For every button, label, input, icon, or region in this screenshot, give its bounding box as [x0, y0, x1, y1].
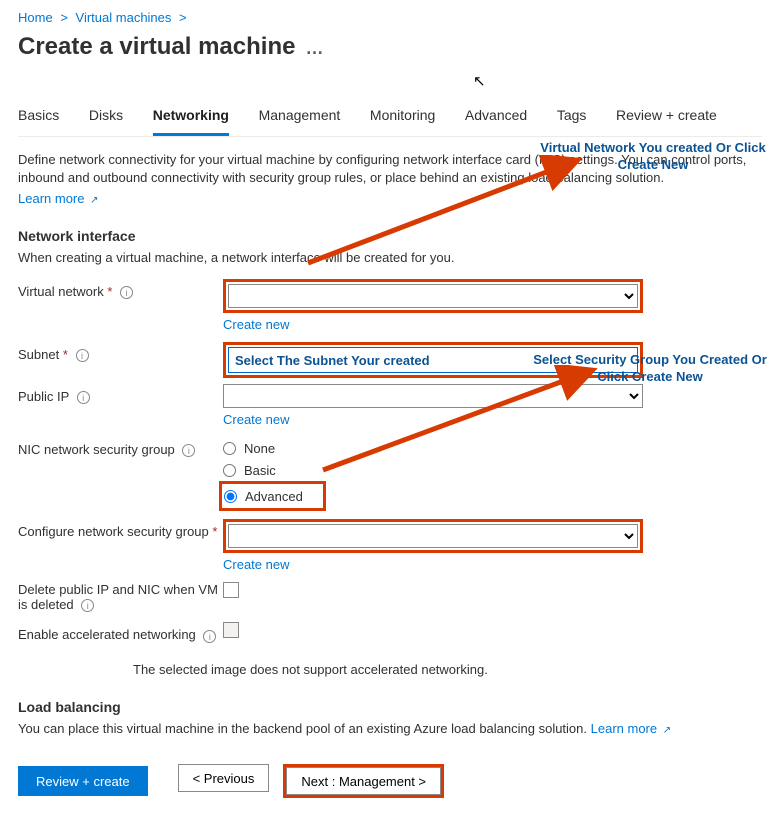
- tab-management[interactable]: Management: [259, 101, 341, 133]
- next-button[interactable]: Next : Management >: [286, 767, 441, 795]
- nsg-none-label: None: [244, 441, 275, 456]
- learn-more-link[interactable]: Learn more ↗: [18, 191, 99, 206]
- tab-monitoring[interactable]: Monitoring: [370, 101, 435, 133]
- nsg-basic-label: Basic: [244, 463, 276, 478]
- previous-button[interactable]: < Previous: [178, 764, 270, 792]
- cfg-nsg-create-new[interactable]: Create new: [223, 557, 289, 572]
- cfg-nsg-select[interactable]: [228, 524, 638, 548]
- accel-net-checkbox: [223, 622, 239, 638]
- nsg-radio-none[interactable]: [223, 442, 236, 455]
- pip-create-new[interactable]: Create new: [223, 412, 289, 427]
- accel-net-note: The selected image does not support acce…: [133, 662, 762, 677]
- tab-tags[interactable]: Tags: [557, 101, 587, 133]
- nsg-radio-basic[interactable]: [223, 464, 236, 477]
- delete-pip-label: Delete public IP and NIC when VM is dele…: [18, 582, 223, 612]
- tab-advanced[interactable]: Advanced: [465, 101, 527, 133]
- info-icon[interactable]: i: [203, 630, 216, 643]
- breadcrumb: Home > Virtual machines >: [18, 0, 762, 31]
- info-icon[interactable]: i: [81, 599, 94, 612]
- cursor-icon: ↖: [473, 72, 486, 90]
- page-title: Create a virtual machine…: [18, 33, 762, 61]
- tab-basics[interactable]: Basics: [18, 101, 59, 133]
- tab-disks[interactable]: Disks: [89, 101, 123, 133]
- nsg-advanced-label: Advanced: [245, 489, 303, 504]
- chevron-right-icon: >: [60, 10, 68, 25]
- info-icon[interactable]: i: [76, 349, 89, 362]
- tab-review[interactable]: Review + create: [616, 101, 717, 133]
- ni-description: When creating a virtual machine, a netwo…: [18, 250, 762, 265]
- chevron-right-icon: >: [179, 10, 187, 25]
- section-load-balancing: Load balancing: [18, 699, 762, 715]
- annotation-nsg: Select Security Group You Created Or Cli…: [520, 352, 780, 386]
- nsg-radio-advanced[interactable]: [224, 490, 237, 503]
- info-icon[interactable]: i: [182, 444, 195, 457]
- public-ip-label: Public IP i: [18, 384, 223, 404]
- breadcrumb-home[interactable]: Home: [18, 10, 53, 25]
- tab-networking[interactable]: Networking: [153, 101, 229, 136]
- breadcrumb-vms[interactable]: Virtual machines: [76, 10, 172, 25]
- public-ip-select[interactable]: [223, 384, 643, 408]
- lb-description: You can place this virtual machine in th…: [18, 721, 762, 736]
- info-icon[interactable]: i: [120, 286, 133, 299]
- wizard-tabs: Basics Disks Networking Management Monit…: [18, 101, 762, 137]
- info-icon[interactable]: i: [77, 391, 90, 404]
- more-icon[interactable]: …: [305, 38, 323, 58]
- section-network-interface: Network interface: [18, 228, 762, 244]
- nsg-label: NIC network security group i: [18, 437, 223, 457]
- accel-net-label: Enable accelerated networking i: [18, 622, 223, 642]
- vnet-label: Virtual network * i: [18, 279, 223, 299]
- annotation-vnet: Virtual Network You created Or Click Cre…: [528, 140, 778, 174]
- review-create-button[interactable]: Review + create: [18, 766, 148, 796]
- lb-learn-more[interactable]: Learn more ↗: [591, 721, 672, 736]
- cfg-nsg-label: Configure network security group *: [18, 519, 223, 539]
- external-link-icon: ↗: [90, 195, 98, 206]
- vnet-create-new[interactable]: Create new: [223, 317, 289, 332]
- delete-pip-checkbox[interactable]: [223, 582, 239, 598]
- subnet-label: Subnet * i: [18, 342, 223, 362]
- external-link-icon: ↗: [663, 725, 671, 736]
- vnet-select[interactable]: [228, 284, 638, 308]
